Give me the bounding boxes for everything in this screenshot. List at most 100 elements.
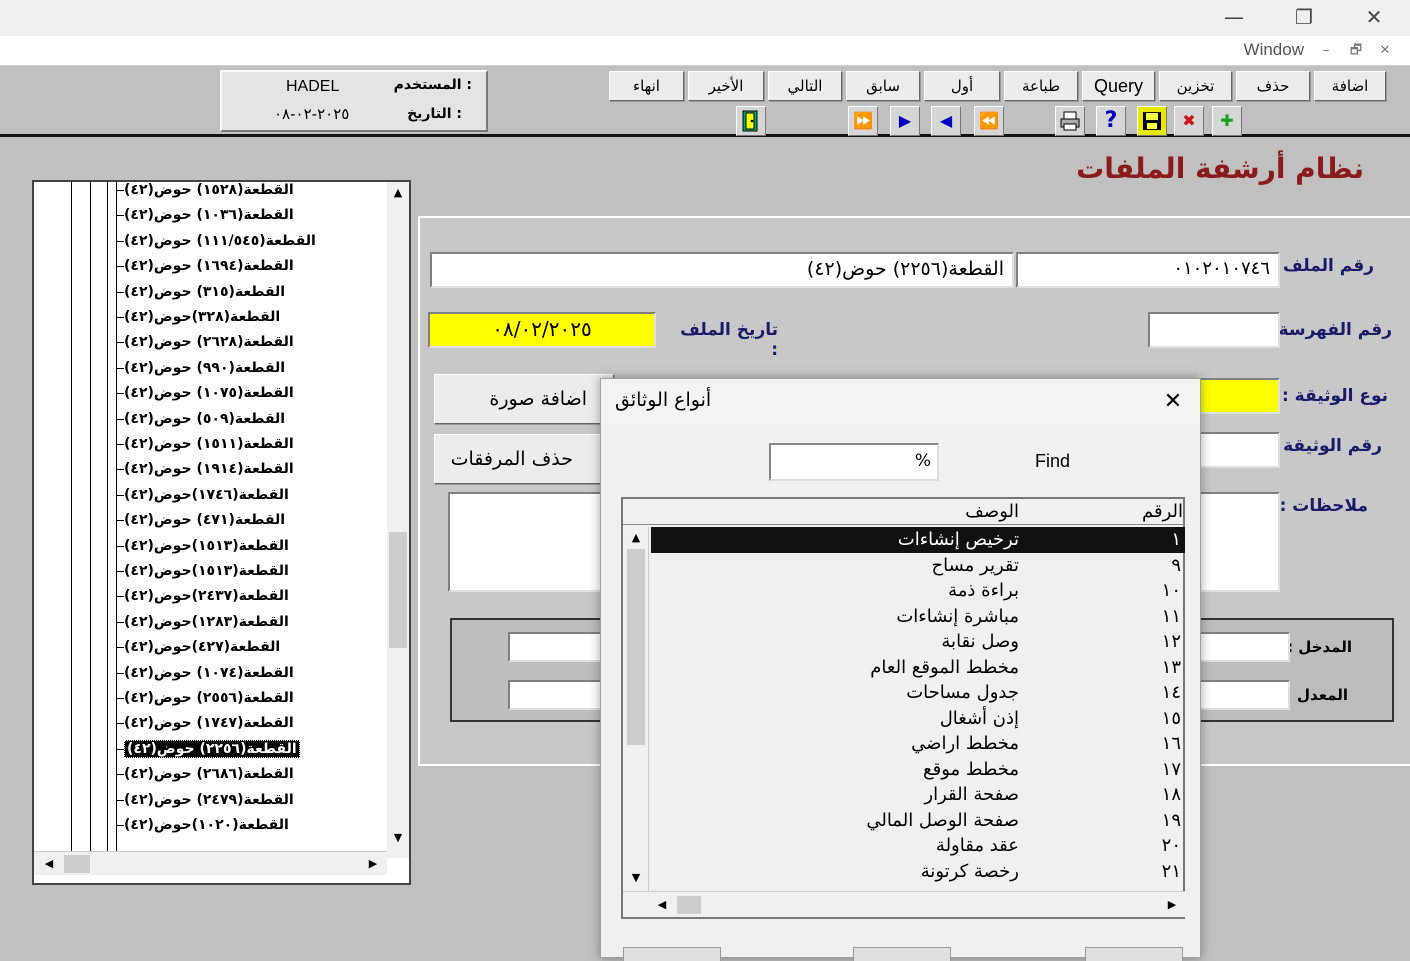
scroll-up-icon[interactable]: ▲ [387,182,409,204]
grid-scroll-left-icon[interactable]: ◀ [651,894,673,916]
tree-hscrollbar[interactable]: ◀ ▶ [34,851,387,875]
delete-icon[interactable]: ✖ [1174,106,1204,136]
dialog-button-middle[interactable] [853,947,951,961]
mdi-minimize-icon[interactable]: – [1316,43,1336,59]
next-record-icon[interactable]: ▶ [890,106,920,136]
grid-row[interactable]: ١٩ صفحة الوصل المالي [651,808,1185,834]
file-no-input[interactable]: ٠١٠٢٠١٠٧٤٦ [1016,252,1280,288]
grid-row[interactable]: ٢١ رخصة كرتونة [651,859,1185,885]
tree-item[interactable]: القطعة(١٢٨٣)حوض(٤٢) [116,610,289,635]
tree-item[interactable]: القطعة(٢٦٨٦) حوض(٤٢) [116,762,294,787]
tree-item[interactable]: القطعة(٣١٥) حوض(٤٢) [116,280,285,305]
grid-row[interactable]: ١١ مباشرة إنشاءات [651,604,1185,630]
tree-item[interactable]: القطعة(٢٢٥٦) حوض(٤٢) [116,737,300,762]
tree-item[interactable]: القطعة(١١١/٥٤٥) حوض(٤٢) [116,229,316,254]
grid-scroll-right-icon[interactable]: ▶ [1161,894,1183,916]
add-image-button[interactable]: اضافة صورة [434,374,614,424]
document-types-dialog[interactable]: أنواع الوثائق ✕ % Find الرقم الوصف ▲ ▼ ١… [600,378,1201,961]
tree-item[interactable]: القطعة(٩٩٠) حوض(٤٢) [116,356,285,381]
tree-item[interactable]: القطعة(٢٦٢٨) حوض(٤٢) [116,330,294,355]
tree-item[interactable]: القطعة(٢٤٣٧)حوض(٤٢) [116,584,289,609]
tree-item[interactable]: القطعة(٤٢٧)حوض(٤٢) [116,635,280,660]
save-icon[interactable] [1137,106,1167,136]
grid-hscroll-thumb[interactable] [677,896,701,914]
grid-row[interactable]: ١٢ وصل نقابة [651,629,1185,655]
tree-item[interactable]: القطعة(١٠٢٠)حوض(٤٢) [116,813,289,838]
minimize-icon[interactable]: — [1216,4,1252,30]
tree-item[interactable]: القطعة(٥٠٩) حوض(٤٢) [116,407,285,432]
first-button[interactable]: أول [924,71,1000,101]
add-button[interactable]: اضافة [1314,71,1386,101]
grid-row[interactable]: ١ ترخيص إنشاءات [651,527,1185,553]
first-record-icon[interactable]: ⏪ [974,106,1004,136]
next-button[interactable]: التالي [768,71,842,101]
file-name-input[interactable]: القطعة(٢٢٥٦) حوض(٤٢) [430,252,1014,288]
tree-item[interactable]: القطعة(٤٧١) حوض(٤٢) [116,508,285,533]
grid-row[interactable]: ١٦ مخطط اراضي [651,731,1185,757]
tree-item[interactable]: القطعة(٢٥٥٦) حوض(٤٢) [116,686,294,711]
close-icon[interactable]: ✕ [1356,4,1392,30]
scroll-right-icon[interactable]: ▶ [362,853,384,875]
help-icon[interactable]: ? [1096,106,1126,136]
grid-cell-desc: مخطط الموقع العام [870,656,1019,678]
print-icon[interactable] [1055,106,1085,136]
grid-row[interactable]: ١٤ جدول مساحات [651,680,1185,706]
save-button[interactable]: تخزين [1159,71,1232,101]
query-button[interactable]: Query [1082,71,1155,101]
tree-item[interactable]: القطعة(١٥١١) حوض(٤٢) [116,432,294,457]
last-button[interactable]: الأخير [688,71,764,101]
grid-row[interactable]: ١٠ براءة ذمة [651,578,1185,604]
find-input[interactable]: % [769,443,939,481]
scroll-down-icon[interactable]: ▼ [387,827,409,849]
tree-item[interactable]: القطعة(١٦٩٤) حوض(٤٢) [116,254,294,279]
grid-hscrollbar[interactable]: ◀ ▶ [623,891,1185,917]
tree-item[interactable]: القطعة(١٠٧٤) حوض(٤٢) [116,661,294,686]
tree-item[interactable]: القطعة(٢٤٧٩) حوض(٤٢) [116,788,294,813]
doc-no-input[interactable] [1196,432,1280,468]
grid-row[interactable]: ١٨ صفحة القرار [651,782,1185,808]
previous-button[interactable]: سابق [846,71,920,101]
scroll-left-icon[interactable]: ◀ [38,853,60,875]
grid-row[interactable]: ١٧ مخطط موقع [651,757,1185,783]
mdi-close-icon[interactable]: ✕ [1375,43,1395,59]
file-date-input[interactable]: ٠٨/٠٢/٢٠٢٥ [428,312,656,348]
tree-item[interactable]: القطعة(١٥١٣)حوض(٤٢) [116,534,289,559]
tree-item[interactable]: القطعة(٣٢٨)حوض(٤٢) [116,305,280,330]
previous-record-icon[interactable]: ◀ [931,106,961,136]
dialog-close-icon[interactable]: ✕ [1158,387,1188,417]
tree-item[interactable]: القطعة(١٠٧٥) حوض(٤٢) [116,381,294,406]
index-no-input[interactable] [1148,312,1280,348]
print-button[interactable]: طباعة [1004,71,1078,101]
grid-cell-num: ١٢ [1161,631,1181,652]
last-record-icon[interactable]: ⏩ [848,106,878,136]
find-label: Find [1035,451,1071,471]
tree-item[interactable]: القطعة(١٠٣٦) حوض(٤٢) [116,203,294,228]
maximize-icon[interactable]: ❐ [1286,4,1322,30]
dialog-button-left[interactable] [623,947,721,961]
dialog-button-right[interactable] [1085,947,1183,961]
scroll-thumb[interactable] [389,532,407,648]
delete-button[interactable]: حذف [1236,71,1310,101]
grid-row[interactable]: ١٥ إذن أشغال [651,706,1185,732]
mdi-restore-icon[interactable]: 🗗 [1346,43,1366,59]
hscroll-thumb[interactable] [64,855,90,873]
exit-button[interactable]: انهاء [609,71,684,101]
grid-row[interactable]: ١٣ مخطط الموقع العام [651,655,1185,681]
add-icon[interactable]: ✚ [1212,106,1242,136]
delete-attachments-button[interactable]: حذف المرفقات [434,434,614,484]
tree-item[interactable]: القطعة(١٧٤٧) حوض(٤٢) [116,711,294,736]
tree-item[interactable]: القطعة(١٥١٣)حوض(٤٢) [116,559,289,584]
tree-item[interactable]: القطعة(١٩١٤) حوض(٤٢) [116,457,294,482]
tree-connector [116,190,124,191]
tree-connector [116,317,124,318]
exit-door-icon[interactable] [736,106,766,136]
tree-vscrollbar[interactable]: ▲ ▼ [387,182,409,858]
document-types-grid[interactable]: الرقم الوصف ▲ ▼ ١ ترخيص إنشاءات ٩ تقرير مسا… [621,497,1185,919]
menu-window[interactable]: Window [1244,40,1304,60]
doc-type-input[interactable] [1196,378,1280,414]
grid-row[interactable]: ٩ تقرير مساح [651,553,1185,579]
grid-row[interactable]: ٢٠ عقد مقاولة [651,833,1185,859]
tree-item[interactable]: القطعة(١٧٤٦)حوض(٤٢) [116,483,289,508]
file-tree-panel[interactable]: القطعة(١٥٢٨) حوض(٤٢) القطعة(١٠٣٦) حوض(٤٢)… [32,180,411,885]
tree-item[interactable]: القطعة(١٥٢٨) حوض(٤٢) [116,178,294,203]
